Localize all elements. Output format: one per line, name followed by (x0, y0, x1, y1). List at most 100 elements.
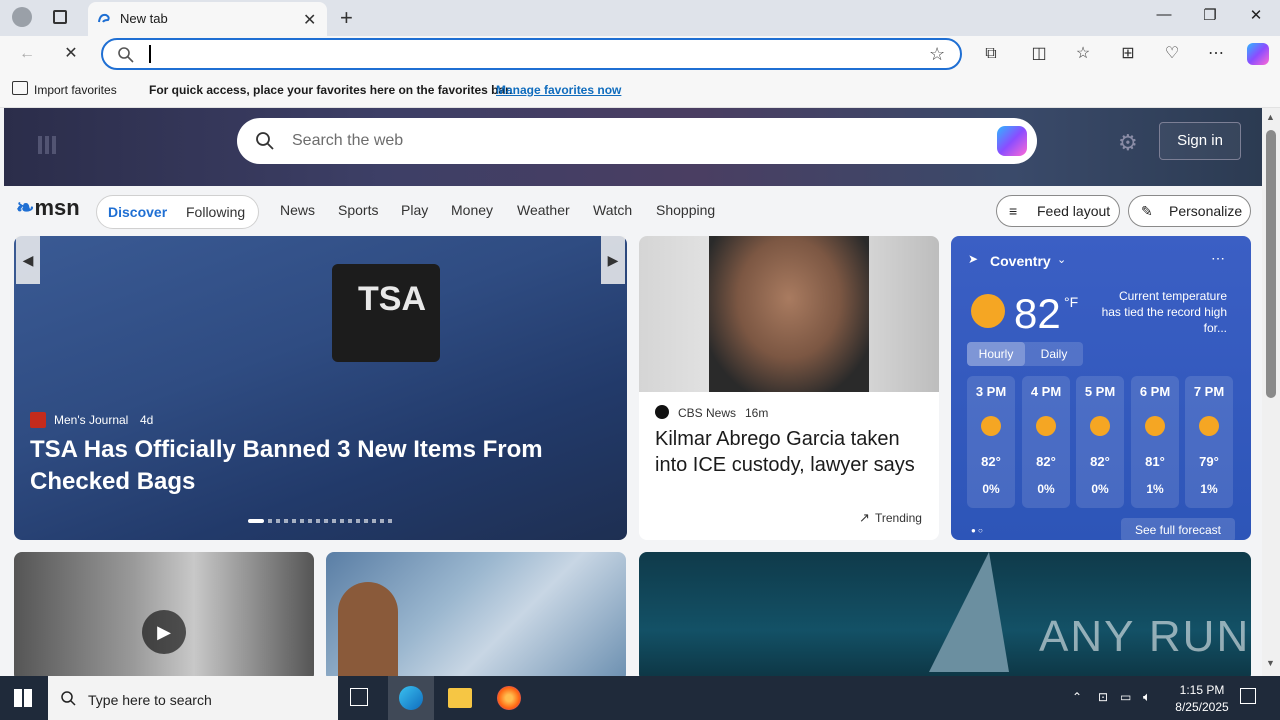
chevron-down-icon[interactable]: ⌄ (1057, 253, 1066, 266)
sun-icon (981, 416, 1001, 436)
collections-icon[interactable]: ⊞ (1117, 43, 1139, 65)
trending-label: Trending (875, 511, 922, 525)
hour-time: 7 PM (1193, 384, 1225, 399)
nav-play[interactable]: Play (401, 202, 428, 218)
hour-precip: 1% (1200, 482, 1218, 496)
address-input[interactable] (147, 44, 907, 66)
network-icon[interactable]: ⊡ (1098, 690, 1108, 704)
task-view-icon[interactable] (350, 688, 368, 706)
ethernet-icon[interactable]: ▭ (1120, 690, 1131, 704)
page-scrollbar[interactable]: ▲ ▼ (1262, 108, 1280, 676)
tab-discover[interactable]: Discover (108, 204, 167, 220)
volume-icon[interactable]: 🔈︎ (1143, 689, 1151, 705)
play-icon[interactable]: ▶ (142, 610, 186, 654)
file-explorer-icon[interactable] (448, 688, 472, 708)
import-favorites-button[interactable]: Import favorites (34, 83, 117, 97)
notifications-icon[interactable] (1240, 688, 1256, 704)
carousel-progress (248, 519, 264, 523)
clock-date[interactable]: 8/25/2025 (1168, 700, 1236, 714)
hour-temp: 82° (981, 454, 1001, 469)
scroll-up-icon[interactable]: ▲ (1266, 112, 1275, 122)
hour-column[interactable]: 3 PM 82° 0% (967, 376, 1015, 508)
more-options-icon[interactable]: ⋯ (1211, 250, 1225, 267)
address-bar[interactable]: ☆ (101, 38, 962, 70)
location-arrow-icon: ➤ (968, 252, 979, 266)
tab-following[interactable]: Following (186, 204, 245, 220)
hour-column[interactable]: 6 PM 81° 1% (1131, 376, 1179, 508)
search-icon (118, 47, 134, 63)
weather-card[interactable]: ➤ Coventry ⌄ ⋯ 82 °F Current temperature… (951, 236, 1251, 540)
main-story-source: Men's Journal (54, 413, 129, 427)
clock-time[interactable]: 1:15 PM (1174, 683, 1230, 697)
hour-column[interactable]: 4 PM 82° 0% (1022, 376, 1070, 508)
settings-more-icon[interactable]: ⋯ (1205, 43, 1227, 65)
nav-money[interactable]: Money (451, 202, 493, 218)
hour-temp: 81° (1145, 454, 1165, 469)
pager-dots: ● ○ (971, 526, 983, 535)
split-screen-icon[interactable]: ◫ (1028, 43, 1050, 65)
hour-column[interactable]: 7 PM 79° 1% (1185, 376, 1233, 508)
msn-page: Search the web ⚙ Sign in ❧msn Discover F… (0, 108, 1262, 676)
nav-weather[interactable]: Weather (517, 202, 570, 218)
news-story-card[interactable]: CBS News 16m Kilmar Abrego Garcia taken … (639, 236, 939, 540)
close-window-icon[interactable]: ✕ (1236, 6, 1276, 24)
news-story-age: 16m (745, 406, 769, 420)
extensions-icon[interactable]: ⧉ (980, 43, 1002, 65)
close-tab-icon[interactable]: ✕ (303, 10, 316, 30)
game-card[interactable] (326, 552, 626, 676)
full-forecast-link[interactable]: See full forecast (1121, 518, 1235, 540)
sun-icon (1199, 416, 1219, 436)
firefox-icon[interactable] (497, 686, 521, 710)
msn-logo[interactable]: ❧msn (16, 195, 80, 221)
hour-precip: 0% (1091, 482, 1109, 496)
favorite-star-icon[interactable]: ☆ (929, 44, 945, 65)
favorites-icon[interactable]: ☆ (1072, 43, 1094, 65)
copilot-icon[interactable] (997, 126, 1027, 156)
tab-hourly[interactable]: Hourly (967, 342, 1025, 366)
personalize-button[interactable]: ✎ Personalize (1128, 195, 1251, 227)
profile-icon[interactable] (12, 7, 32, 27)
hour-precip: 1% (1146, 482, 1164, 496)
nav-news[interactable]: News (280, 202, 315, 218)
new-tab-icon[interactable]: + (340, 5, 353, 31)
nav-sports[interactable]: Sports (338, 202, 378, 218)
shark-card[interactable]: ANY RUN (639, 552, 1251, 676)
edge-taskbar-icon[interactable] (388, 676, 434, 720)
video-card[interactable]: ▶ (14, 552, 314, 676)
scroll-thumb[interactable] (1266, 130, 1276, 398)
manage-favorites-link[interactable]: Manage favorites now (496, 83, 621, 97)
nav-watch[interactable]: Watch (593, 202, 632, 218)
copilot-icon[interactable] (1247, 43, 1269, 65)
main-story-card[interactable]: TSA Men's Journal 4d TSA Has Officially … (14, 236, 627, 540)
hour-column[interactable]: 5 PM 82° 0% (1076, 376, 1124, 508)
feed-layout-label: Feed layout (1037, 203, 1111, 219)
sun-icon (1145, 416, 1165, 436)
weather-location[interactable]: Coventry (990, 253, 1051, 269)
feed-layout-button[interactable]: ≡ Feed layout (996, 195, 1120, 227)
browser-essentials-icon[interactable]: ♡ (1161, 43, 1183, 65)
apps-grid-icon[interactable] (38, 136, 56, 154)
windows-start-icon[interactable] (14, 689, 32, 707)
news-story-image-figure (709, 236, 869, 392)
cbs-logo-icon (655, 405, 669, 419)
scroll-down-icon[interactable]: ▼ (1266, 658, 1275, 668)
minimize-icon[interactable]: — (1144, 6, 1184, 23)
tab-actions-icon[interactable] (53, 10, 67, 24)
stop-loading-icon[interactable]: ✕ (60, 43, 82, 65)
carousel-prev-button[interactable]: ◀ (16, 236, 40, 284)
tab-new-tab[interactable]: New tab ✕ (88, 2, 327, 36)
tab-daily[interactable]: Daily (1025, 342, 1083, 366)
taskbar-search[interactable]: Type here to search (48, 676, 338, 720)
chevron-up-icon[interactable]: ⌃ (1072, 690, 1082, 704)
news-story-headline[interactable]: Kilmar Abrego Garcia taken into ICE cust… (655, 426, 925, 478)
sign-in-button[interactable]: Sign in (1159, 122, 1241, 160)
restore-icon[interactable]: ❐ (1190, 6, 1230, 24)
sun-icon (1090, 416, 1110, 436)
nav-shopping[interactable]: Shopping (656, 202, 715, 218)
carousel-next-button[interactable]: ▶ (601, 236, 625, 284)
weather-alert[interactable]: Current temperature has tied the record … (1099, 288, 1227, 336)
web-search-box[interactable]: Search the web (237, 118, 1037, 164)
main-story-headline[interactable]: TSA Has Officially Banned 3 New Items Fr… (30, 434, 550, 498)
back-icon[interactable]: ← (16, 43, 38, 65)
settings-gear-icon[interactable]: ⚙ (1118, 130, 1138, 156)
